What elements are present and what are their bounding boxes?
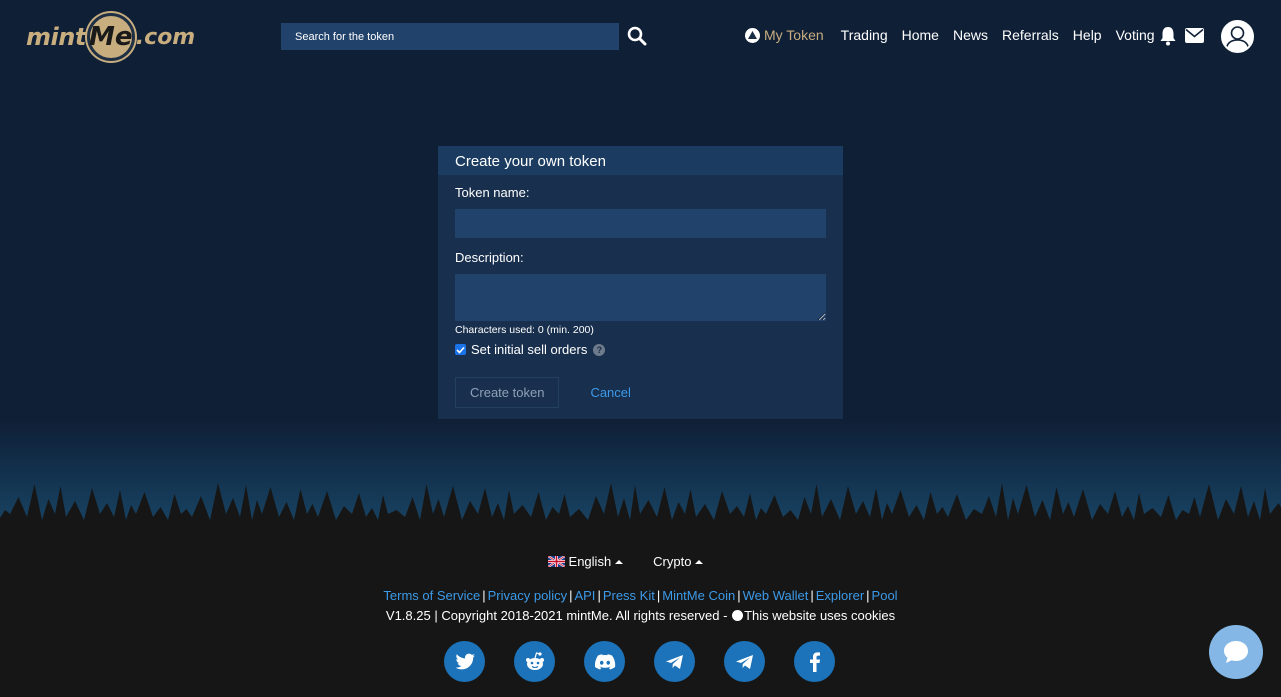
link-separator: |: [810, 588, 814, 603]
bell-icon[interactable]: [1159, 26, 1177, 46]
footer-selectors: English Crypto: [0, 554, 1281, 569]
create-token-button[interactable]: Create token: [455, 377, 560, 408]
link-privacy[interactable]: Privacy policy: [488, 588, 567, 603]
help-icon[interactable]: ?: [593, 343, 606, 356]
caret-up-icon: [615, 559, 624, 564]
caret-up-icon: [695, 559, 704, 564]
card-title: Create your own token: [438, 146, 843, 175]
twitter-icon[interactable]: [444, 641, 485, 682]
nav-voting[interactable]: Voting: [1116, 27, 1155, 43]
logo-mint: mint: [26, 23, 86, 51]
link-separator: |: [597, 588, 601, 603]
link-explorer[interactable]: Explorer: [816, 588, 864, 603]
facebook-icon[interactable]: [794, 641, 835, 682]
link-separator: |: [569, 588, 573, 603]
social-links: [444, 641, 864, 682]
link-separator: |: [737, 588, 741, 603]
initial-sell-orders-label[interactable]: Set initial sell orders: [471, 342, 587, 357]
link-separator: |: [656, 588, 661, 603]
link-separator: |: [866, 588, 870, 603]
token-name-input[interactable]: [455, 209, 826, 238]
telegram-icon[interactable]: [654, 641, 695, 682]
initial-sell-orders-checkbox[interactable]: [455, 344, 466, 355]
cancel-link[interactable]: Cancel: [590, 385, 630, 400]
discord-icon[interactable]: [584, 641, 625, 682]
token-name-label: Token name:: [455, 185, 530, 200]
grass-decoration: [0, 483, 1281, 538]
link-pool[interactable]: Pool: [872, 588, 898, 603]
language-selector[interactable]: English: [547, 554, 624, 569]
copyright: V1.8.25 | Copyright 2018-2021 mintMe. Al…: [0, 608, 1281, 623]
initial-sell-orders-row: Set initial sell orders ?: [455, 342, 826, 357]
logo[interactable]: mint Me .com: [26, 12, 195, 62]
footer: English Crypto Terms of Service | Privacy …: [0, 534, 1281, 697]
reddit-icon[interactable]: [514, 641, 555, 682]
main-nav: My Token Trading Home News Referrals Hel…: [745, 27, 1169, 43]
telegram-icon[interactable]: [724, 641, 765, 682]
nav-news[interactable]: News: [953, 27, 988, 43]
search-icon[interactable]: [627, 26, 647, 46]
search-input[interactable]: [281, 23, 619, 50]
link-separator: |: [482, 588, 486, 603]
nav-help[interactable]: Help: [1073, 27, 1102, 43]
form-actions: Create token Cancel: [455, 377, 826, 408]
avatar[interactable]: [1221, 20, 1254, 53]
nav-referrals[interactable]: Referrals: [1002, 27, 1059, 43]
footer-links: Terms of Service | Privacy policy | API | Pres…: [0, 588, 1281, 603]
currency-label: Crypto: [653, 554, 692, 569]
chat-icon: [1224, 641, 1248, 663]
cookie-icon: [732, 610, 744, 621]
link-terms[interactable]: Terms of Service: [383, 588, 480, 603]
user-icon: [1225, 26, 1250, 51]
link-api[interactable]: API: [574, 588, 595, 603]
token-icon: [745, 27, 760, 43]
link-web-wallet[interactable]: Web Wallet: [743, 588, 809, 603]
nav-my-token-label: My Token: [764, 27, 824, 43]
chat-button[interactable]: [1209, 625, 1263, 679]
description-textarea[interactable]: [455, 274, 826, 321]
logo-me: Me: [86, 13, 135, 61]
cookies-notice[interactable]: This website uses cookies: [744, 608, 895, 623]
logo-com: .com: [135, 24, 196, 50]
check-icon: [456, 346, 465, 354]
currency-selector[interactable]: Crypto: [653, 554, 704, 569]
header: mint Me .com My Token Trading Home News …: [0, 0, 1281, 74]
uk-flag-icon: [547, 556, 565, 567]
nav-home[interactable]: Home: [902, 27, 939, 43]
link-mintme-coin[interactable]: MintMe Coin: [662, 588, 735, 603]
description-label: Description:: [455, 250, 524, 265]
copyright-text: V1.8.25 | Copyright 2018-2021 mintMe. Al…: [385, 608, 732, 623]
link-press-kit[interactable]: Press Kit: [603, 588, 655, 603]
nav-my-token[interactable]: My Token: [745, 27, 824, 43]
char-count: Characters used: 0 (min. 200): [455, 324, 594, 336]
create-token-card: Create your own token Token name: Descri…: [438, 146, 843, 419]
nav-trading[interactable]: Trading: [841, 27, 888, 43]
mail-icon[interactable]: [1185, 28, 1204, 43]
card-body: Token name: Description: Characters used…: [438, 175, 843, 418]
language-label: English: [568, 554, 612, 569]
